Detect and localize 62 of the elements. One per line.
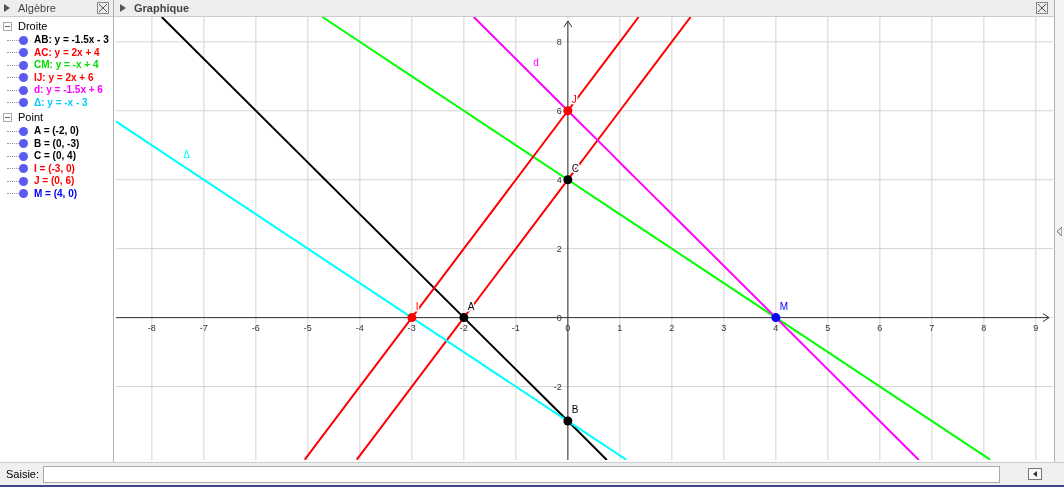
- axis-tick-label: -4: [355, 322, 364, 333]
- close-icon[interactable]: [97, 2, 109, 14]
- tree-group-label[interactable]: Point: [18, 108, 44, 126]
- axis-tick-label: 1: [617, 322, 623, 333]
- tree-item[interactable]: B = (0, -3): [34, 138, 80, 149]
- input-field[interactable]: [43, 465, 1000, 483]
- tree-item[interactable]: C = (0, 4): [34, 151, 76, 162]
- axis-tick-label: 2: [669, 322, 675, 333]
- panel-title: Algèbre: [18, 0, 57, 16]
- close-icon[interactable]: [1036, 2, 1048, 14]
- tree-item[interactable]: J = (0, 6): [34, 176, 75, 187]
- axis-tick-label: 0: [556, 312, 562, 323]
- panel-title: Graphique: [134, 0, 190, 16]
- collapse-triangle-icon[interactable]: [120, 4, 126, 12]
- tree-group-label[interactable]: Droite: [18, 17, 48, 35]
- axis-tick-label: 8: [981, 322, 987, 333]
- axis-tick-label: 6: [556, 105, 562, 116]
- toggle-button[interactable]: [1028, 468, 1042, 480]
- axis-tick-label: -8: [147, 322, 156, 333]
- tree-toggle[interactable]: [3, 112, 12, 122]
- axis-tick-label: 5: [825, 322, 831, 333]
- tree-item[interactable]: AC: y = 2x + 4: [34, 47, 100, 58]
- axis-tick-label: 4: [556, 174, 562, 185]
- minus-icon: [5, 114, 10, 120]
- axis-tick-label: -3: [407, 322, 416, 333]
- axis-tick-label: 7: [929, 322, 935, 333]
- point-marker[interactable]: [771, 313, 781, 323]
- minus-icon: [5, 23, 10, 29]
- axis-tick-label: 2: [556, 243, 562, 254]
- axis-tick-label: -2: [459, 322, 468, 333]
- point-label: I: [415, 300, 419, 312]
- point-marker[interactable]: [563, 106, 573, 116]
- axis-tick-label: 0: [565, 322, 571, 333]
- tree-item[interactable]: A = (-2, 0): [34, 126, 79, 137]
- line-label: Δ: [183, 149, 190, 161]
- axis-tick-label: -6: [251, 322, 260, 333]
- tree-item[interactable]: AB: y = -1.5x - 3: [34, 35, 109, 46]
- point-marker[interactable]: [563, 416, 573, 426]
- axis-tick-label: 9: [1033, 322, 1039, 333]
- line-label: d: [533, 57, 539, 69]
- triangle-icon: [1032, 471, 1038, 477]
- axis-tick-label: -1: [511, 322, 520, 333]
- collapse-triangle-icon[interactable]: [4, 4, 10, 12]
- axis-tick-label: 3: [721, 322, 727, 333]
- axis-tick-label: -5: [303, 322, 312, 333]
- tree-item[interactable]: I = (-3, 0): [34, 163, 75, 174]
- axis-tick-label: 8: [556, 36, 562, 47]
- axis-tick-label: 6: [877, 322, 883, 333]
- point-marker[interactable]: [407, 313, 417, 323]
- tree-item[interactable]: M = (4, 0): [34, 188, 78, 199]
- axis-tick-label: -2: [553, 381, 562, 392]
- axis-tick-label: -7: [199, 322, 208, 333]
- point-marker[interactable]: [459, 313, 469, 323]
- tree-toggle[interactable]: [3, 21, 12, 31]
- tree-item[interactable]: IJ: y = 2x + 6: [34, 72, 94, 83]
- point-label: J: [571, 93, 577, 105]
- point-label: M: [779, 300, 789, 312]
- axis-tick-label: 4: [773, 322, 779, 333]
- point-marker[interactable]: [563, 175, 573, 185]
- expand-triangle-icon[interactable]: [1057, 226, 1062, 236]
- point-label: B: [571, 404, 579, 416]
- input-label: Saisie:: [6, 466, 40, 482]
